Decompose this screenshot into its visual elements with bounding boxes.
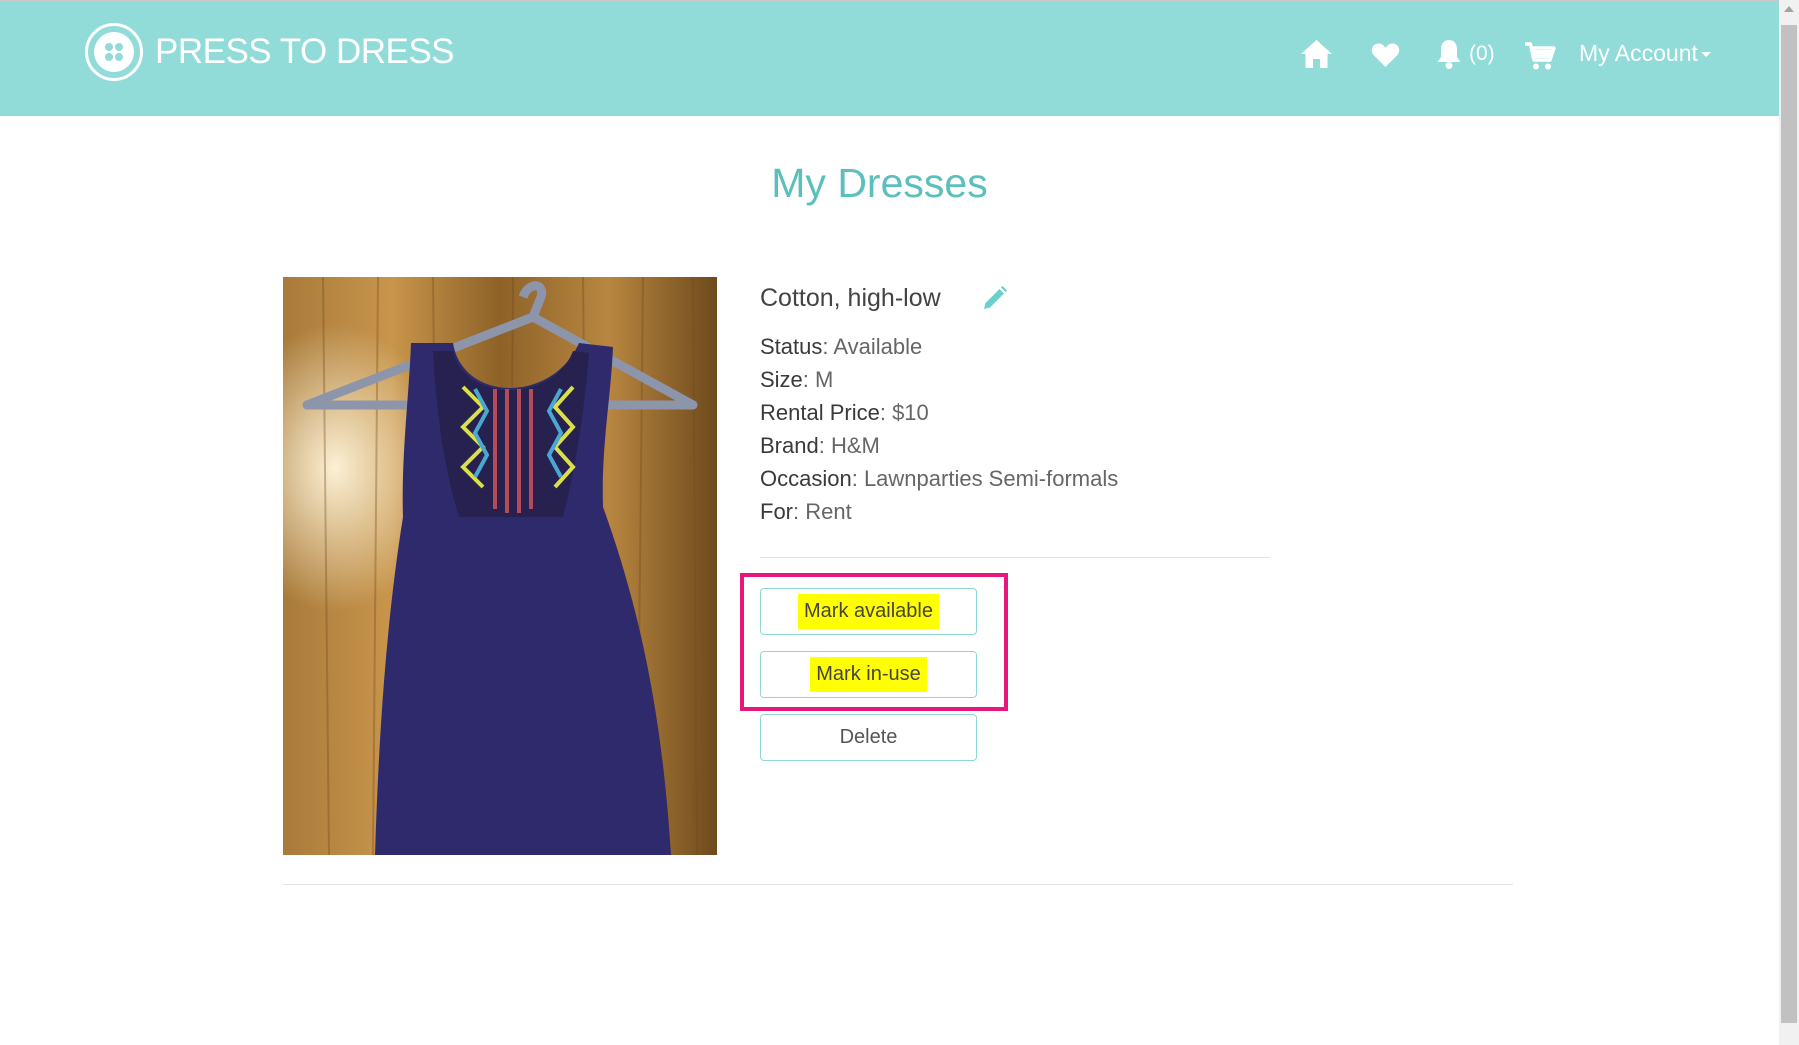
bell-icon[interactable] <box>1436 38 1462 75</box>
dress-details: Status: Available Size: M Rental Price: … <box>760 330 1118 528</box>
brand-link[interactable]: PRESS TO DRESS <box>85 23 455 81</box>
caret-down-icon <box>1700 52 1711 58</box>
detail-status: Status: Available <box>760 334 923 359</box>
detail-occasion: Occasion: Lawnparties Semi-formals <box>760 466 1119 491</box>
button-logo-icon <box>85 23 143 81</box>
detail-for: For: Rent <box>760 499 852 524</box>
heart-icon[interactable] <box>1371 42 1400 73</box>
dress-card-divider <box>283 884 1513 885</box>
brand-name: PRESS TO DRESS <box>155 32 455 71</box>
details-divider <box>760 557 1270 558</box>
pencil-edit-icon[interactable] <box>980 285 1008 318</box>
page-scrollbar[interactable] <box>1779 0 1799 1045</box>
dress-photo <box>283 277 717 855</box>
my-account-dropdown[interactable]: My Account <box>1579 40 1711 67</box>
top-navbar: PRESS TO DRESS (0) My Account <box>0 0 1779 116</box>
home-icon[interactable] <box>1300 39 1333 74</box>
scrollbar-thumb[interactable] <box>1781 25 1797 1023</box>
scroll-up-arrow-icon[interactable] <box>1784 6 1794 12</box>
page-title: My Dresses <box>771 160 988 206</box>
delete-label: Delete <box>839 726 898 748</box>
detail-size: Size: M <box>760 367 834 392</box>
dress-name: Cotton, high-low <box>760 284 941 312</box>
cart-icon[interactable] <box>1524 41 1556 76</box>
detail-brand: Brand: H&M <box>760 433 880 458</box>
detail-rental-price: Rental Price: $10 <box>760 400 929 425</box>
notification-count[interactable]: (0) <box>1469 42 1495 66</box>
annotation-highlight-box <box>740 573 1008 711</box>
delete-button[interactable]: Delete <box>760 714 977 761</box>
my-account-label: My Account <box>1579 40 1698 66</box>
